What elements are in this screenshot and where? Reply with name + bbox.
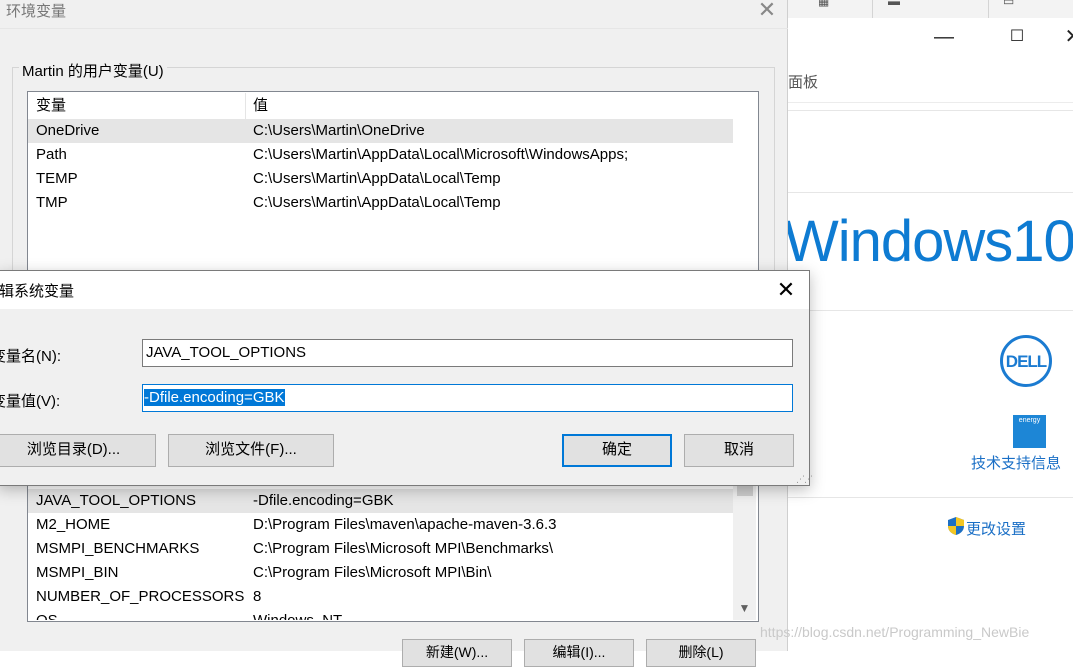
minimize-icon[interactable]: — bbox=[921, 18, 967, 58]
browse-file-button[interactable]: 浏览文件(F)... bbox=[168, 434, 334, 467]
maximize-icon[interactable]: ☐ bbox=[994, 18, 1040, 58]
variable-value: C:\Program Files\Microsoft MPI\Benchmark… bbox=[253, 540, 554, 557]
column-header-value[interactable]: 值 bbox=[253, 93, 269, 119]
cancel-button[interactable]: 取消 bbox=[684, 434, 794, 467]
table-row[interactable]: TMP C:\Users\Martin\AppData\Local\Temp bbox=[28, 191, 733, 215]
variable-name: MSMPI_BIN bbox=[36, 564, 119, 581]
column-header-divider[interactable] bbox=[245, 93, 246, 119]
table-row[interactable]: NUMBER_OF_PROCESSORS 8 bbox=[28, 585, 733, 609]
edit-button[interactable]: 编辑(I)... bbox=[524, 639, 634, 667]
system-control-panel-window: ▦ ▬ ▭ — ☐ ✕ 面板 Windows10 DELL energy 技术支… bbox=[784, 0, 1073, 651]
delete-button[interactable]: 删除(L) bbox=[646, 639, 756, 667]
table-row[interactable]: Path C:\Users\Martin\AppData\Local\Micro… bbox=[28, 143, 733, 167]
variable-value: C:\Program Files\Microsoft MPI\Bin\ bbox=[253, 564, 492, 581]
close-icon[interactable]: ✕ bbox=[1050, 18, 1073, 58]
address-bar bbox=[788, 58, 1073, 103]
variable-value-input[interactable]: -Dfile.encoding=GBK bbox=[142, 384, 793, 412]
variable-name-label: 变量名(N): bbox=[0, 348, 61, 365]
variable-name: M2_HOME bbox=[36, 516, 111, 533]
variable-value: -Dfile.encoding=GBK bbox=[253, 492, 394, 509]
divider bbox=[788, 110, 1073, 111]
shield-icon bbox=[948, 517, 964, 535]
dialog-titlebar bbox=[0, 271, 809, 309]
close-icon[interactable]: ✕ bbox=[752, 0, 782, 23]
strip-grid-icon: ▦ bbox=[818, 0, 830, 8]
table-row[interactable]: M2_HOME D:\Program Files\maven\apache-ma… bbox=[28, 513, 733, 537]
strip-screen-icon: ▭ bbox=[1003, 0, 1015, 8]
dialog-title: 辑系统变量 bbox=[0, 283, 75, 300]
strip-divider bbox=[872, 0, 873, 18]
user-variables-group-label: Martin 的用户变量(U) bbox=[19, 60, 167, 81]
variable-name: OneDrive bbox=[36, 122, 100, 139]
strip-divider bbox=[988, 0, 989, 18]
ok-button[interactable]: 确定 bbox=[562, 434, 672, 467]
scroll-down-icon[interactable]: ▼ bbox=[733, 597, 756, 619]
close-icon[interactable]: ✕ bbox=[771, 275, 801, 305]
divider bbox=[788, 497, 1073, 498]
address-fragment: 面板 bbox=[788, 74, 819, 91]
variable-name: MSMPI_BENCHMARKS bbox=[36, 540, 200, 557]
table-row[interactable]: MSMPI_BENCHMARKS C:\Program Files\Micros… bbox=[28, 537, 733, 561]
divider bbox=[0, 28, 788, 29]
table-row[interactable]: OneDrive C:\Users\Martin\OneDrive bbox=[28, 119, 733, 143]
variable-value: C:\Users\Martin\AppData\Local\Microsoft\… bbox=[253, 146, 629, 163]
energy-star-icon: energy bbox=[1013, 415, 1046, 448]
variable-value: C:\Users\Martin\AppData\Local\Temp bbox=[253, 194, 501, 211]
variable-name: JAVA_TOOL_OPTIONS bbox=[36, 492, 197, 509]
variable-name: TEMP bbox=[36, 170, 78, 187]
variable-value: C:\Users\Martin\OneDrive bbox=[253, 122, 425, 139]
dell-logo-icon: DELL bbox=[1000, 335, 1052, 387]
divider bbox=[788, 310, 1073, 311]
selected-text: -Dfile.encoding=GBK bbox=[144, 389, 285, 406]
variable-name-input[interactable]: JAVA_TOOL_OPTIONS bbox=[142, 339, 793, 367]
variable-value: D:\Program Files\maven\apache-maven-3.6.… bbox=[253, 516, 557, 533]
new-button[interactable]: 新建(W)... bbox=[402, 639, 512, 667]
divider bbox=[788, 192, 1073, 193]
support-info-link[interactable]: 技术支持信息 bbox=[971, 452, 1061, 473]
table-row[interactable]: JAVA_TOOL_OPTIONS -Dfile.encoding=GBK bbox=[28, 489, 733, 513]
resize-grip-icon[interactable]: ⋰⋰ bbox=[796, 474, 813, 485]
table-row[interactable]: OS Windows_NT bbox=[28, 609, 733, 620]
column-header-variable[interactable]: 变量 bbox=[36, 93, 67, 119]
variable-name: NUMBER_OF_PROCESSORS bbox=[36, 588, 245, 605]
table-row[interactable]: MSMPI_BIN C:\Program Files\Microsoft MPI… bbox=[28, 561, 733, 585]
variable-name: TMP bbox=[36, 194, 68, 211]
edit-system-variable-dialog: 辑系统变量 ✕ 变量名(N): JAVA_TOOL_OPTIONS 变量值(V)… bbox=[0, 270, 813, 486]
variable-value: Windows_NT bbox=[253, 609, 342, 620]
change-settings-link[interactable]: 更改设置 bbox=[966, 518, 1026, 539]
watermark-text: https://blog.csdn.net/Programming_NewBie bbox=[760, 624, 1030, 640]
variable-name: OS bbox=[36, 609, 58, 620]
windows-10-logo: Windows10 bbox=[784, 209, 1073, 274]
browse-directory-button[interactable]: 浏览目录(D)... bbox=[0, 434, 156, 467]
variable-value: C:\Users\Martin\AppData\Local\Temp bbox=[253, 170, 501, 187]
energy-star-label: energy bbox=[1018, 417, 1041, 424]
strip-folder-icon: ▬ bbox=[888, 0, 900, 8]
variable-value-label: 变量值(V): bbox=[0, 393, 61, 410]
variable-name: Path bbox=[36, 146, 67, 163]
variable-value: 8 bbox=[253, 588, 262, 605]
background-toolbar-strip: ▦ ▬ ▭ bbox=[788, 0, 1073, 19]
table-row[interactable]: TEMP C:\Users\Martin\AppData\Local\Temp bbox=[28, 167, 733, 191]
dialog-title: 环境变量 bbox=[6, 3, 67, 20]
